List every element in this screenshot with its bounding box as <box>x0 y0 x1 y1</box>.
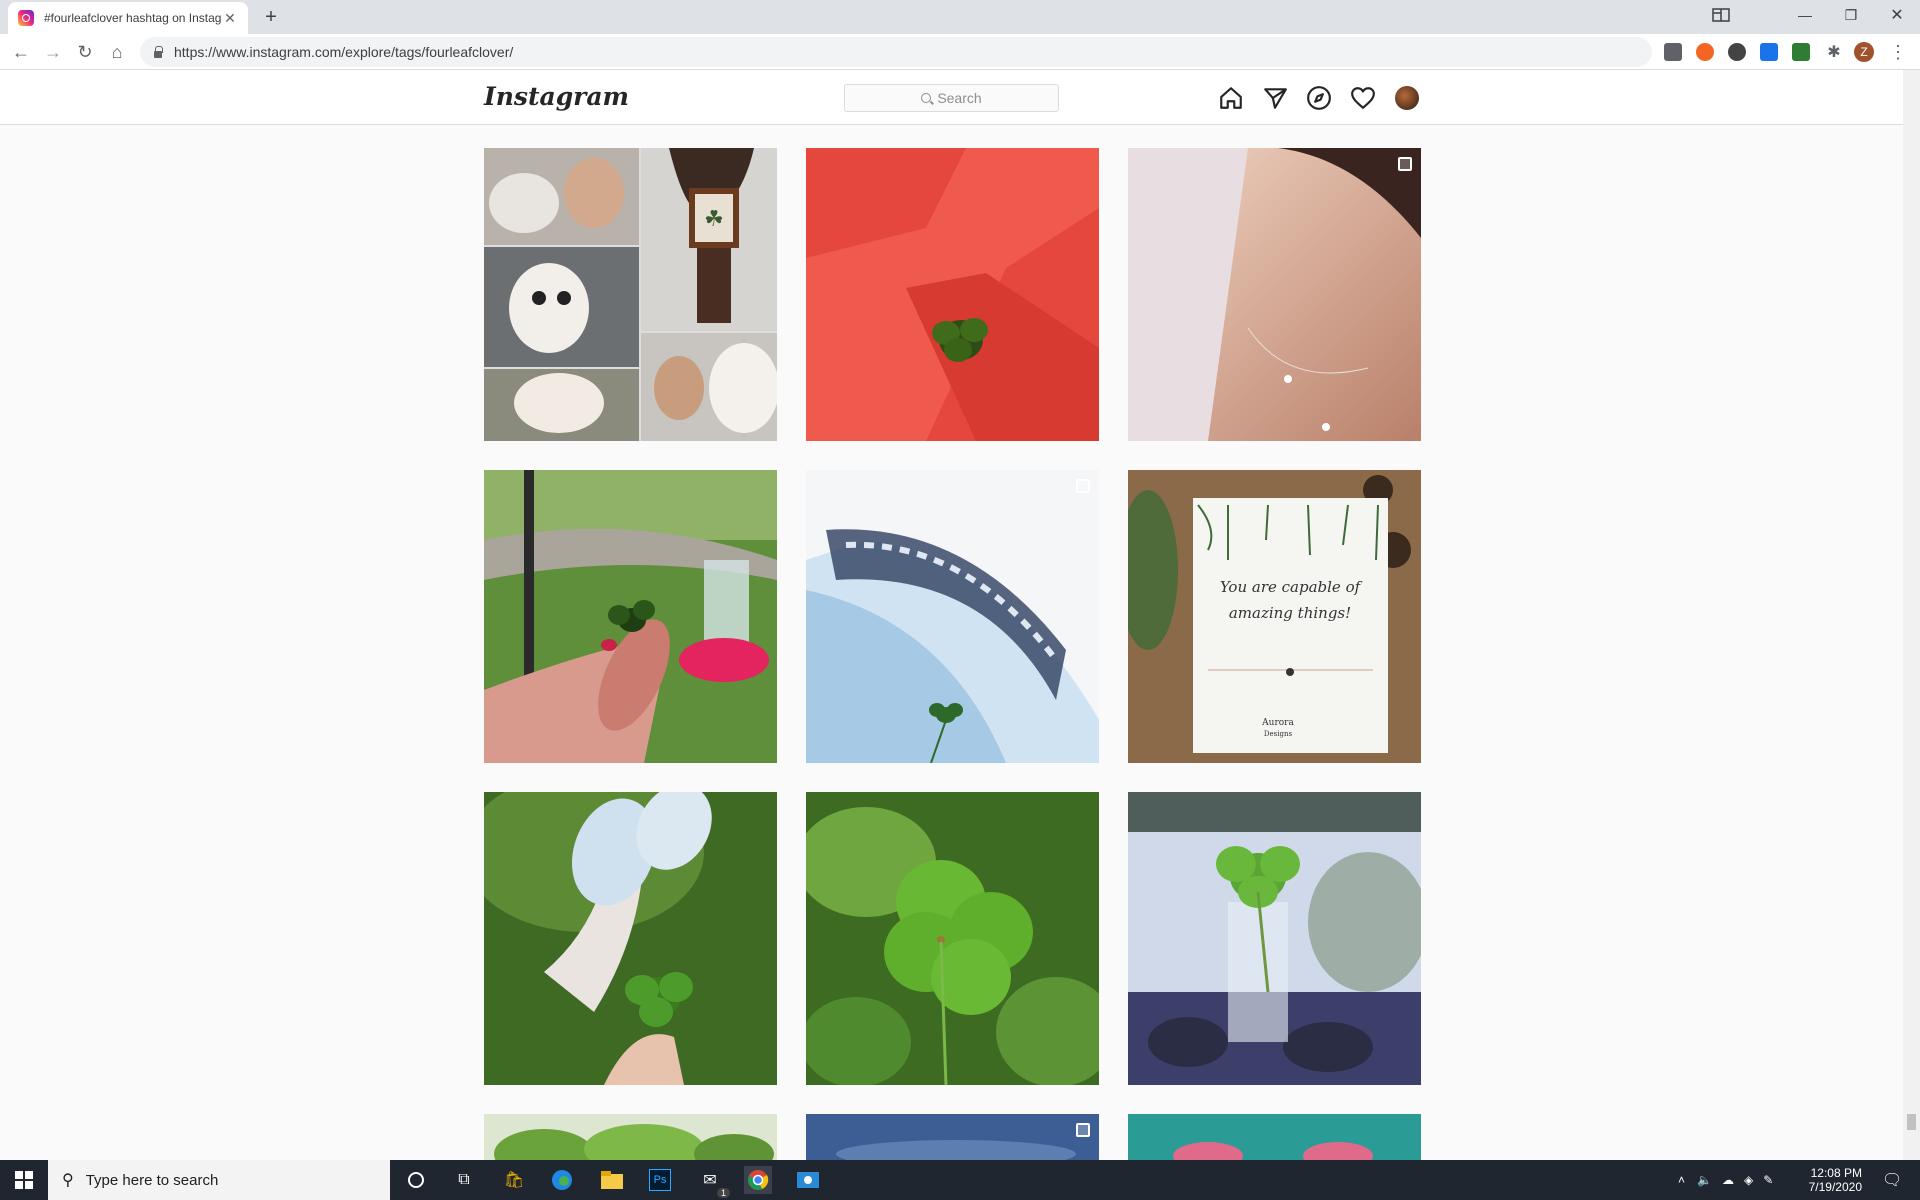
task-view-icon[interactable]: ⧉ <box>450 1166 478 1194</box>
blue-sky-image <box>806 1114 1099 1160</box>
store-icon[interactable]: 🛍 <box>500 1166 528 1194</box>
hand-clover-image <box>484 470 777 763</box>
post-tile[interactable] <box>806 1114 1099 1160</box>
minimize-button[interactable]: — <box>1788 0 1822 30</box>
post-tile[interactable] <box>806 148 1099 441</box>
windows-taskbar: ⚲ Type here to search ⧉ 🛍 Ps ✉ 1 ˄ 🔈 ☁ ◈ … <box>0 1160 1920 1200</box>
explore-compass-icon[interactable] <box>1306 85 1332 111</box>
clover-closeup-image <box>806 792 1099 1085</box>
post-tile[interactable] <box>806 792 1099 1085</box>
multiple-images-icon <box>1398 157 1412 171</box>
mail-icon[interactable]: ✉ 1 <box>696 1166 730 1198</box>
extension-blue-icon[interactable] <box>1760 43 1778 61</box>
scrollbar-thumb[interactable] <box>1907 1114 1916 1130</box>
extension-orange-icon[interactable] <box>1696 43 1714 61</box>
forward-arrow-icon[interactable]: → <box>41 40 65 64</box>
card-text: You are capable of <box>1220 578 1363 596</box>
search-icon: ⚲ <box>62 1172 74 1189</box>
show-hidden-icons-icon[interactable]: ˄ <box>1678 1173 1685 1187</box>
collage-image: ☘ <box>484 148 777 441</box>
teal-flowers-image <box>1128 1114 1421 1160</box>
direct-message-icon[interactable] <box>1262 85 1288 111</box>
pen-icon[interactable]: ✎ <box>1763 1173 1773 1187</box>
instagram-logo[interactable]: Instagram <box>484 82 629 111</box>
green-plant-image <box>484 1114 777 1160</box>
clover-glass-image <box>1128 792 1421 1085</box>
photoshop-icon[interactable]: Ps <box>646 1166 674 1194</box>
necklace-image <box>1128 148 1421 441</box>
home-icon[interactable]: ⌂ <box>105 40 129 64</box>
back-arrow-icon[interactable]: ← <box>9 40 33 64</box>
browser-menu-icon[interactable]: ⋮ <box>1886 40 1910 64</box>
taskbar-search-box[interactable]: ⚲ Type here to search <box>48 1160 390 1200</box>
system-tray: ˄ 🔈 ☁ ◈ ✎ <box>1678 1160 1773 1200</box>
browser-tab-strip: #fourleafclover hashtag on Instag ✕ + — … <box>0 0 1920 34</box>
home-icon[interactable] <box>1218 85 1244 111</box>
tab-close-icon[interactable]: ✕ <box>222 10 238 27</box>
restore-button[interactable]: ❐ <box>1834 0 1868 30</box>
page-scrollbar[interactable] <box>1903 70 1920 1160</box>
post-tile[interactable] <box>806 470 1099 763</box>
svg-text:☘: ☘ <box>704 206 724 231</box>
instagram-favicon-icon <box>18 10 34 26</box>
svg-text:amazing things!: amazing things! <box>1229 604 1351 622</box>
post-tile[interactable] <box>484 792 777 1085</box>
profile-avatar[interactable] <box>1395 86 1419 110</box>
extension-circle-icon[interactable] <box>1728 43 1746 61</box>
windows-start-icon[interactable] <box>10 1166 38 1194</box>
clover-red-image <box>806 148 1099 441</box>
multiple-images-icon <box>1076 479 1090 493</box>
browser-tab-active[interactable]: #fourleafclover hashtag on Instag ✕ <box>8 2 248 34</box>
new-tab-button[interactable]: + <box>258 4 284 30</box>
reload-icon[interactable]: ↻ <box>73 40 97 64</box>
extension-green-icon[interactable] <box>1792 43 1810 61</box>
instagram-header: Instagram Search <box>0 70 1903 125</box>
chrome-icon[interactable] <box>744 1166 772 1194</box>
volume-icon[interactable]: 🔈 <box>1697 1173 1712 1187</box>
search-icon <box>921 93 932 103</box>
post-tile[interactable] <box>1128 792 1421 1085</box>
post-tile[interactable] <box>484 470 777 763</box>
post-tile[interactable] <box>1128 148 1421 441</box>
multiple-images-icon <box>1076 1123 1090 1137</box>
extension-g-icon[interactable] <box>1664 43 1682 61</box>
clock-date: 7/19/2020 <box>1808 1180 1862 1194</box>
address-bar[interactable]: https://www.instagram.com/explore/tags/f… <box>140 37 1652 67</box>
svg-text:Designs: Designs <box>1264 730 1293 738</box>
search-placeholder: Search <box>937 90 982 106</box>
profile-avatar[interactable]: Z <box>1854 42 1874 62</box>
lock-icon <box>152 46 164 58</box>
post-tile[interactable]: You are capable of amazing things! Auror… <box>1128 470 1421 763</box>
extensions-puzzle-icon[interactable]: ✱ <box>1822 40 1846 64</box>
mail-badge: 1 <box>716 1188 730 1198</box>
dropbox-icon[interactable]: ◈ <box>1744 1173 1753 1187</box>
taskbar-search-placeholder: Type here to search <box>85 1171 219 1189</box>
onedrive-icon[interactable]: ☁ <box>1722 1173 1734 1187</box>
edge-icon[interactable] <box>548 1166 576 1194</box>
clock[interactable]: 12:08 PM 7/19/2020 <box>1806 1160 1862 1200</box>
file-explorer-icon[interactable] <box>598 1166 626 1194</box>
activity-heart-icon[interactable] <box>1350 85 1376 111</box>
cortana-icon[interactable] <box>402 1166 430 1194</box>
snipping-tool-icon[interactable] <box>794 1166 822 1194</box>
instagram-search-input[interactable]: Search <box>844 84 1059 112</box>
browser-toolbar: ← → ↻ ⌂ https://www.instagram.com/explor… <box>0 34 1920 70</box>
post-tile[interactable] <box>484 1114 777 1160</box>
sneakers-clover-image <box>484 792 777 1085</box>
window-close-button[interactable]: ✕ <box>1880 0 1914 30</box>
clover-fabric-image <box>806 470 1099 763</box>
notifications-icon[interactable]: 🗨 <box>1882 1160 1902 1200</box>
post-tile[interactable] <box>1128 1114 1421 1160</box>
tab-search-icon[interactable] <box>1706 0 1736 30</box>
tab-title: #fourleafclover hashtag on Instag <box>44 11 222 25</box>
post-tile[interactable]: ☘ <box>484 148 777 441</box>
card-brand: Aurora <box>1261 718 1294 728</box>
card-image: You are capable of amazing things! Auror… <box>1128 470 1421 763</box>
url-text: https://www.instagram.com/explore/tags/f… <box>174 44 514 60</box>
clock-time: 12:08 PM <box>1810 1166 1862 1180</box>
